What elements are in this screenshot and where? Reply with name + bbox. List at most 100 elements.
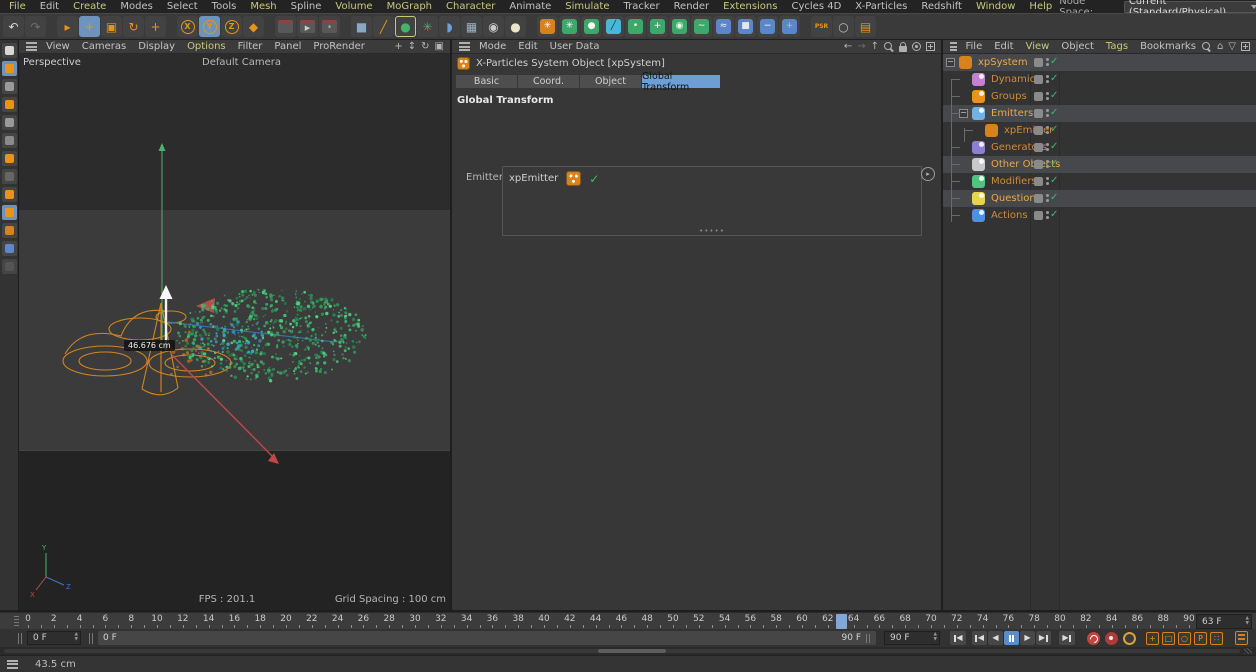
track-icon[interactable] bbox=[912, 42, 921, 51]
y-axis-lock-icon[interactable]: Y bbox=[199, 16, 220, 37]
enabled-check-icon[interactable]: ✓ bbox=[1050, 56, 1058, 67]
enabled-check-icon[interactable]: ✓ bbox=[589, 172, 599, 186]
panel-menu-icon[interactable] bbox=[7, 660, 18, 669]
points-mode-icon[interactable] bbox=[2, 115, 17, 130]
key-scale-toggle[interactable]: □ bbox=[1162, 632, 1175, 645]
generator-icon[interactable]: ● bbox=[395, 16, 416, 37]
menu-modes[interactable]: Modes bbox=[113, 1, 159, 12]
menu-help[interactable]: Help bbox=[1022, 1, 1059, 12]
key-rotation-toggle[interactable]: ○ bbox=[1178, 632, 1191, 645]
move-tool-icon[interactable]: + bbox=[79, 16, 100, 37]
environment-icon[interactable]: ▦ bbox=[461, 16, 482, 37]
range-end-spinner[interactable]: 90 F ▲▼ bbox=[884, 631, 940, 645]
object-row-questions[interactable]: Questions✓ bbox=[943, 190, 1256, 207]
layer-toggle-icon[interactable] bbox=[1034, 92, 1043, 101]
visibility-dots-icon[interactable] bbox=[1046, 177, 1049, 180]
workplane-mode-icon[interactable] bbox=[2, 97, 17, 112]
polygons-mode-icon[interactable] bbox=[2, 151, 17, 166]
keyframe-presets-button[interactable] bbox=[1235, 631, 1248, 645]
menu-edit[interactable]: Edit bbox=[33, 1, 66, 12]
menu-mograph[interactable]: MoGraph bbox=[380, 1, 439, 12]
layer-toggle-icon[interactable] bbox=[1034, 194, 1043, 203]
tab-global-transform[interactable]: Global Transform bbox=[642, 75, 720, 88]
om-menu-edit[interactable]: Edit bbox=[988, 41, 1019, 52]
viewport-menu-panel[interactable]: Panel bbox=[268, 41, 307, 52]
om-menu-file[interactable]: File bbox=[960, 41, 989, 52]
object-row-generators[interactable]: Generators✓ bbox=[943, 139, 1256, 156]
visibility-dots-icon[interactable] bbox=[1046, 194, 1049, 197]
om-menu-tags[interactable]: Tags bbox=[1100, 41, 1134, 52]
layer-toggle-icon[interactable] bbox=[1034, 109, 1043, 118]
object-row-modifiers[interactable]: Modifiers✓ bbox=[943, 173, 1256, 190]
visibility-dots-icon[interactable] bbox=[1046, 143, 1049, 146]
enabled-check-icon[interactable]: ✓ bbox=[1050, 175, 1058, 186]
menu-extensions[interactable]: Extensions bbox=[716, 1, 784, 12]
preview-range-bar[interactable]: 0 F 90 F bbox=[98, 631, 876, 645]
attribute-menu-edit[interactable]: Edit bbox=[512, 41, 543, 52]
menu-select[interactable]: Select bbox=[160, 1, 205, 12]
layer-toggle-icon[interactable] bbox=[1034, 211, 1043, 220]
last-tool-icon[interactable]: + bbox=[145, 16, 166, 37]
attribute-menu-mode[interactable]: Mode bbox=[473, 41, 512, 52]
menu-file[interactable]: File bbox=[2, 1, 33, 12]
panel-menu-icon[interactable] bbox=[26, 42, 37, 51]
tab-object[interactable]: Object bbox=[580, 75, 641, 88]
render-view-icon[interactable] bbox=[275, 16, 296, 37]
visibility-dots-icon[interactable] bbox=[1046, 92, 1049, 95]
menu-mesh[interactable]: Mesh bbox=[243, 1, 283, 12]
object-row-other-objects[interactable]: Other Objects✓ bbox=[943, 156, 1256, 173]
cube-primitive-icon[interactable]: ■ bbox=[351, 16, 372, 37]
menu-spline[interactable]: Spline bbox=[284, 1, 329, 12]
menu-window[interactable]: Window bbox=[969, 1, 1022, 12]
drag-grip[interactable] bbox=[89, 633, 94, 644]
psr-keys-icon[interactable]: PSR bbox=[811, 16, 832, 37]
menu-render[interactable]: Render bbox=[667, 1, 717, 12]
key-parameter-toggle[interactable]: P bbox=[1194, 632, 1207, 645]
pick-object-button[interactable]: ▸ bbox=[921, 167, 935, 181]
camera-icon[interactable]: ◉ bbox=[483, 16, 504, 37]
dolly-view-icon[interactable]: ↕ bbox=[408, 41, 416, 52]
search-icon[interactable] bbox=[1202, 42, 1212, 52]
viewport-menu-options[interactable]: Options bbox=[181, 41, 232, 52]
object-row-xpsystem[interactable]: −xpSystem✓ bbox=[943, 54, 1256, 71]
live-selection-icon[interactable]: ▸ bbox=[57, 16, 78, 37]
goto-start-button[interactable]: ◀ bbox=[950, 631, 966, 645]
xp-gizmo-icon[interactable]: + bbox=[779, 16, 800, 37]
key-pla-toggle[interactable]: ∷ bbox=[1210, 632, 1223, 645]
emitter-list-item[interactable]: xpEmitter ✓ bbox=[503, 167, 921, 186]
xp-tool-icon[interactable] bbox=[2, 205, 17, 220]
record-ring-icon[interactable]: ○ bbox=[833, 16, 854, 37]
menu-animate[interactable]: Animate bbox=[502, 1, 558, 12]
panel-menu-icon[interactable] bbox=[459, 42, 470, 51]
resize-grip[interactable] bbox=[1244, 648, 1252, 654]
viewport-menu-display[interactable]: Display bbox=[132, 41, 181, 52]
enabled-check-icon[interactable]: ✓ bbox=[1050, 192, 1058, 203]
visibility-dots-icon[interactable] bbox=[1046, 211, 1049, 214]
home-icon[interactable]: ⌂ bbox=[1217, 41, 1223, 52]
pen-spline-icon[interactable]: ╱ bbox=[373, 16, 394, 37]
playhead[interactable] bbox=[836, 614, 847, 629]
attribute-menu-user-data[interactable]: User Data bbox=[544, 41, 606, 52]
xp-cache-icon[interactable]: ■ bbox=[735, 16, 756, 37]
scale-tool-icon[interactable]: ▣ bbox=[101, 16, 122, 37]
tab-coord[interactable]: Coord. bbox=[518, 75, 579, 88]
scrollbar-handle[interactable] bbox=[598, 649, 666, 653]
new-panel-icon[interactable] bbox=[926, 42, 935, 51]
enabled-check-icon[interactable]: ✓ bbox=[1050, 107, 1058, 118]
node-space-dropdown[interactable]: Current (Standard/Physical) bbox=[1124, 1, 1256, 13]
range-start-spinner[interactable]: 0 F ▲▼ bbox=[27, 631, 81, 645]
enabled-check-icon[interactable]: ✓ bbox=[1050, 141, 1058, 152]
rotate-tool-icon[interactable]: ↻ bbox=[123, 16, 144, 37]
om-menu-view[interactable]: View bbox=[1020, 41, 1056, 52]
magnet-tool-icon[interactable] bbox=[2, 223, 17, 238]
autokey-button[interactable] bbox=[1105, 632, 1118, 645]
xp-paint-icon[interactable]: ╱ bbox=[603, 16, 624, 37]
om-menu-object[interactable]: Object bbox=[1055, 41, 1100, 52]
layer-toggle-icon[interactable] bbox=[1034, 160, 1043, 169]
axis-mode-icon[interactable] bbox=[2, 187, 17, 202]
om-menu-bookmarks[interactable]: Bookmarks bbox=[1134, 41, 1202, 52]
xp-sprite-icon[interactable]: • bbox=[625, 16, 646, 37]
menu-redshift[interactable]: Redshift bbox=[914, 1, 969, 12]
menu-create[interactable]: Create bbox=[66, 1, 113, 12]
menu-volume[interactable]: Volume bbox=[328, 1, 379, 12]
